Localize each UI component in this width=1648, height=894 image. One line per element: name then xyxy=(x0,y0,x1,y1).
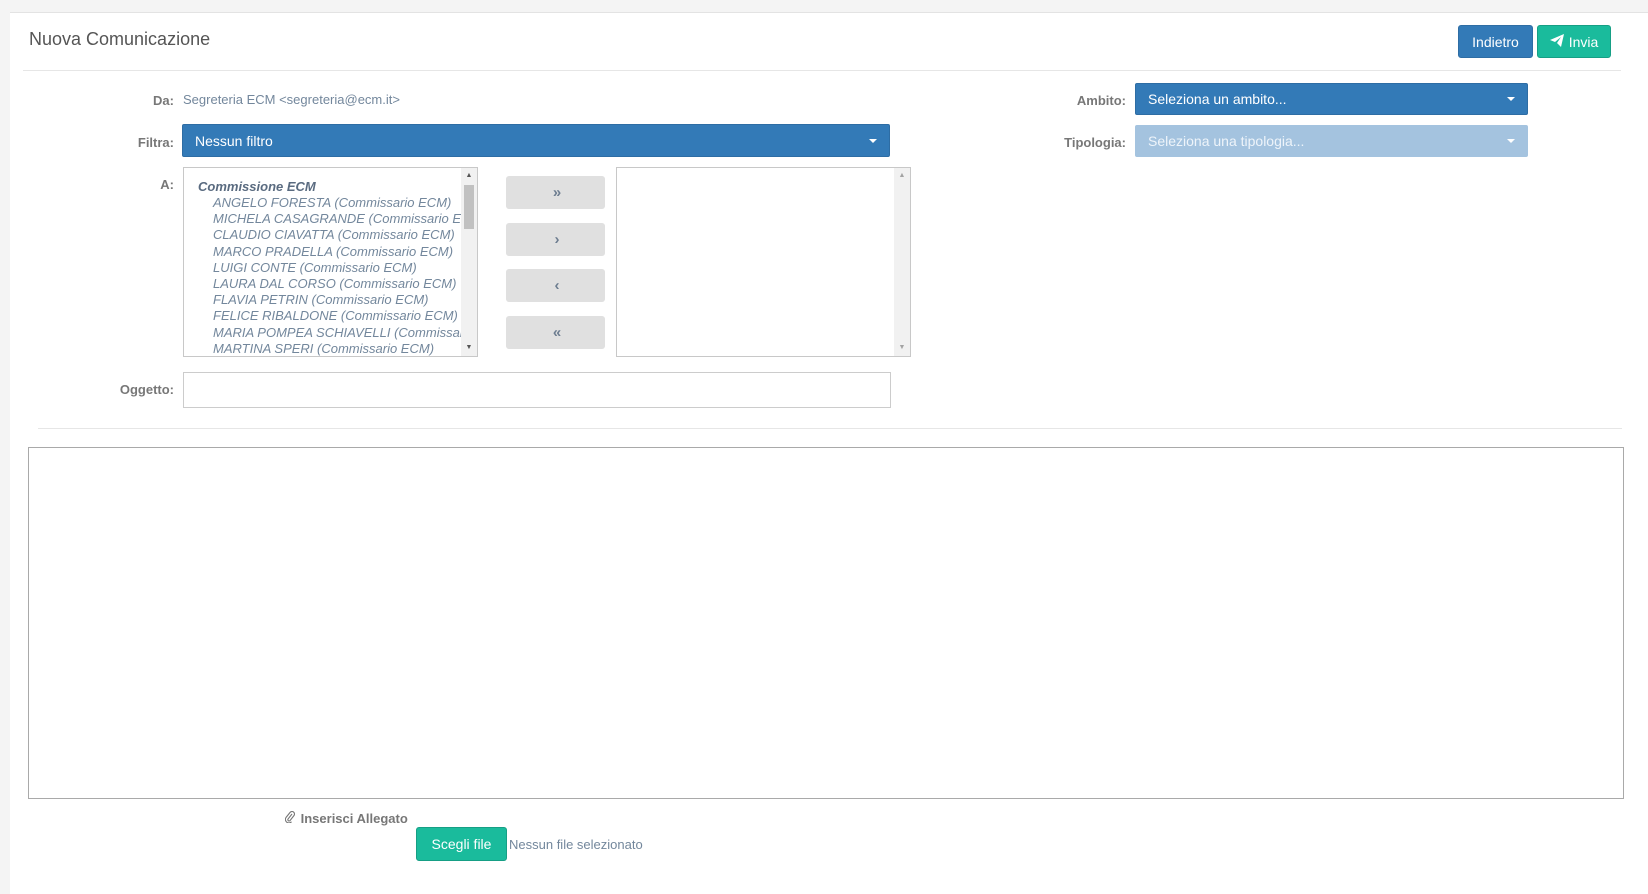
from-value: Segreteria ECM <segreteria@ecm.it> xyxy=(183,92,400,107)
scroll-up-icon[interactable]: ▲ xyxy=(894,168,910,184)
scope-label: Ambito: xyxy=(1076,93,1126,108)
subject-label: Oggetto: xyxy=(119,382,174,397)
recipient-option[interactable]: MICHELA CASAGRANDE (Commissario ECM) xyxy=(184,211,461,227)
to-label: A: xyxy=(160,177,174,192)
move-all-left-button[interactable]: « xyxy=(506,316,605,349)
filter-select[interactable]: Nessun filtro xyxy=(182,124,890,157)
recipient-option[interactable]: MARCO PRADELLA (Commissario ECM) xyxy=(184,244,461,260)
chevron-down-icon xyxy=(1507,139,1515,143)
available-recipients-list[interactable]: Commissione ECM ANGELO FORESTA (Commissa… xyxy=(183,167,478,357)
list-scrollbar[interactable]: ▲ ▼ xyxy=(461,168,477,356)
send-button[interactable]: Invia xyxy=(1537,25,1611,58)
selected-recipients-list[interactable]: ▲ ▼ xyxy=(616,167,911,357)
compose-panel: Nuova Comunicazione Indietro Invia Da: S… xyxy=(10,12,1648,894)
recipient-option[interactable]: MARIA POMPEA SCHIAVELLI (Commissario ECM… xyxy=(184,325,461,341)
choose-file-button[interactable]: Scegli file xyxy=(416,827,507,861)
scope-select-value: Seleziona un ambito... xyxy=(1148,91,1287,107)
type-label: Tipologia: xyxy=(1064,135,1126,150)
back-button[interactable]: Indietro xyxy=(1458,25,1533,58)
paperclip-icon xyxy=(284,810,299,826)
recipient-option[interactable]: FLAVIA PETRIN (Commissario ECM) xyxy=(184,292,461,308)
from-label: Da: xyxy=(153,93,174,108)
list-scrollbar[interactable]: ▲ ▼ xyxy=(894,168,910,356)
chevron-right-icon: › xyxy=(554,231,560,248)
move-left-button[interactable]: ‹ xyxy=(506,269,605,302)
page-title: Nuova Comunicazione xyxy=(29,29,211,49)
choose-file-label: Scegli file xyxy=(431,836,492,852)
recipient-group-label: Commissione ECM xyxy=(198,179,316,194)
scroll-down-icon[interactable]: ▼ xyxy=(461,340,477,356)
attachment-label-text: Inserisci Allegato xyxy=(300,811,408,826)
header-divider xyxy=(23,70,1621,71)
send-button-label: Invia xyxy=(1568,33,1599,50)
recipient-option[interactable]: LUIGI CONTE (Commissario ECM) xyxy=(184,260,461,276)
recipient-option[interactable]: MARTINA SPERI (Commissario ECM) xyxy=(184,341,461,356)
filter-select-value: Nessun filtro xyxy=(195,132,273,149)
recipient-option[interactable]: LAURA DAL CORSO (Commissario ECM) xyxy=(184,276,461,292)
double-chevron-right-icon: » xyxy=(552,184,562,201)
message-editor[interactable] xyxy=(28,447,1624,799)
scope-select[interactable]: Seleziona un ambito... xyxy=(1135,83,1528,115)
move-right-button[interactable]: › xyxy=(506,223,605,256)
recipient-option[interactable]: CLAUDIO CIAVATTA (Commissario ECM) xyxy=(184,227,461,243)
double-chevron-left-icon: « xyxy=(552,324,562,341)
scroll-down-icon[interactable]: ▼ xyxy=(894,340,910,356)
recipient-option[interactable]: ANGELO FORESTA (Commissario ECM) xyxy=(184,195,461,211)
chevron-left-icon: ‹ xyxy=(554,277,560,294)
section-divider xyxy=(38,428,1622,429)
file-status: Nessun file selezionato xyxy=(509,837,643,852)
recipient-option[interactable]: FELICE RIBALDONE (Commissario ECM) xyxy=(184,308,461,324)
move-all-right-button[interactable]: » xyxy=(506,176,605,209)
filter-label: Filtra: xyxy=(137,135,174,150)
scroll-up-icon[interactable]: ▲ xyxy=(461,168,477,184)
scrollbar-thumb[interactable] xyxy=(464,185,474,229)
back-button-label: Indietro xyxy=(1472,33,1519,50)
paper-plane-icon xyxy=(1549,33,1564,50)
type-select[interactable]: Seleziona una tipologia... xyxy=(1135,125,1528,157)
chevron-down-icon xyxy=(869,138,877,143)
subject-input[interactable] xyxy=(183,372,891,408)
chevron-down-icon xyxy=(1507,97,1515,101)
type-select-value: Seleziona una tipologia... xyxy=(1148,133,1305,149)
attachment-label: Inserisci Allegato xyxy=(284,810,408,826)
